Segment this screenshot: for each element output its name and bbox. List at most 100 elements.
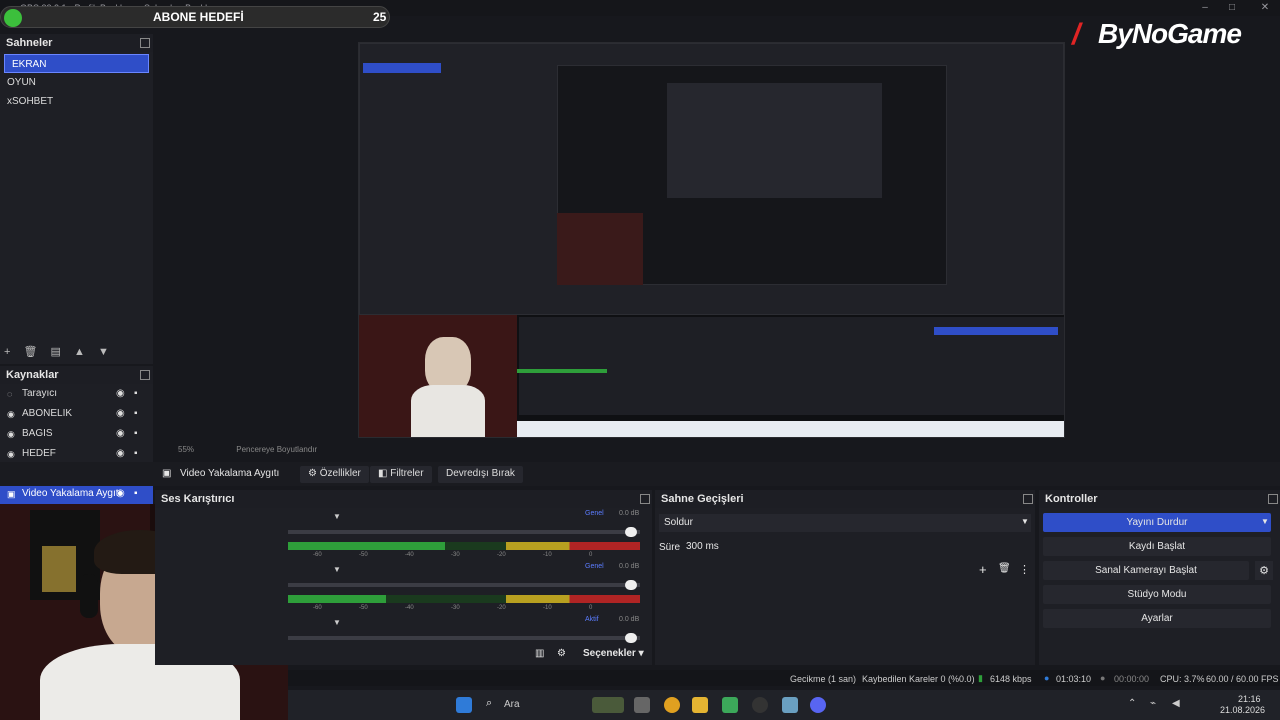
dock-float-icon[interactable]	[1268, 494, 1278, 504]
discord-icon[interactable]	[810, 697, 826, 713]
nested-taskbar	[517, 421, 1064, 437]
zoom-mode[interactable]: Pencereye Boyutlandır	[236, 445, 317, 454]
network-icon[interactable]: ⌁	[1150, 698, 1156, 709]
source-item[interactable]: ◉ ABONELIK ◉ ▪	[0, 404, 153, 424]
meter-tick: -60	[313, 552, 322, 558]
track-tag: Aktif	[585, 616, 599, 623]
chevron-down-icon[interactable]: ▼	[333, 565, 341, 574]
visibility-eye-icon[interactable]: ◉	[116, 388, 125, 399]
mixer-title: Ses Karıştırıcı	[161, 493, 235, 505]
start-recording-label: Kaydı Başlat	[1128, 541, 1186, 552]
mixer-layout-icon[interactable]: ▥	[535, 648, 544, 659]
deactivate-button[interactable]: Devredışı Bırak	[438, 466, 523, 483]
obs-icon[interactable]	[752, 697, 768, 713]
chevron-down-icon[interactable]: ▼	[1261, 517, 1269, 526]
controls-dock: Kontroller Yayını Durdur ▼ Kaydı Başlat …	[1039, 490, 1280, 665]
lock-icon[interactable]: ▪	[134, 388, 138, 399]
explorer-icon[interactable]	[692, 697, 708, 713]
maximize-icon[interactable]: □	[1225, 1, 1239, 15]
add-transition-icon[interactable]: +	[979, 562, 987, 577]
source-item[interactable]: ◉ HEDEF ◉ ▪	[0, 444, 153, 464]
virtual-camera-settings-icon[interactable]: ⚙	[1255, 561, 1273, 580]
filters-button[interactable]: ◧ Filtreler	[370, 466, 432, 483]
chrome-icon[interactable]	[664, 697, 680, 713]
transition-select[interactable]: Soldur ▼	[659, 514, 1031, 532]
properties-button[interactable]: ⚙ Özellikler	[300, 466, 369, 483]
preview-canvas[interactable]	[358, 42, 1065, 438]
source-item[interactable]: ◉ BAGIS ◉ ▪	[0, 424, 153, 444]
logo-text: ByNoGame	[1098, 18, 1242, 49]
clock-time: 21:16	[1238, 694, 1261, 704]
duration-input[interactable]: 300 ms	[683, 538, 1031, 556]
zoom-level[interactable]: 55%	[178, 445, 194, 454]
chevron-down-icon[interactable]: ▼	[333, 618, 341, 627]
volume-handle[interactable]	[625, 580, 637, 590]
transition-menu-icon[interactable]: ⋮	[1019, 563, 1030, 576]
minimize-icon[interactable]: –	[1198, 1, 1212, 15]
remove-scene-icon[interactable]: 🗑	[24, 346, 38, 358]
source-label: Tarayıcı	[22, 388, 58, 399]
chevron-down-icon[interactable]: ▼	[333, 512, 341, 521]
visibility-eye-icon[interactable]: ◉	[116, 488, 125, 499]
settings-button[interactable]: Ayarlar	[1043, 609, 1271, 628]
nested-stop-button	[934, 327, 1058, 335]
stop-streaming-label: Yayını Durdur	[1126, 517, 1188, 528]
lock-icon[interactable]: ▪	[134, 448, 138, 459]
dock-float-icon[interactable]	[1023, 494, 1033, 504]
studio-mode-button[interactable]: Stüdyo Modu	[1043, 585, 1271, 604]
properties-label: Özellikler	[319, 468, 361, 479]
remove-transition-icon[interactable]: 🗑	[998, 563, 1011, 574]
stop-streaming-button[interactable]: Yayını Durdur ▼	[1043, 513, 1271, 532]
headphones	[80, 574, 98, 618]
controls-header: Kontroller	[1039, 490, 1280, 508]
volume-icon[interactable]: ◀	[1172, 698, 1180, 709]
virtual-camera-label: Sanal Kamerayı Başlat	[1095, 565, 1197, 576]
source-item[interactable]: ▣ Video Yakalama Aygıtı ◉ ▪	[0, 484, 153, 504]
start-icon[interactable]	[456, 697, 472, 713]
virtual-camera-button[interactable]: Sanal Kamerayı Başlat	[1043, 561, 1249, 580]
close-icon[interactable]: ✕	[1258, 1, 1272, 15]
volume-slider[interactable]	[288, 636, 640, 640]
lock-icon[interactable]: ▪	[134, 488, 138, 499]
mixer-options-button[interactable]: Seçenekler ▾	[583, 648, 644, 659]
nested-inner-preview	[667, 83, 882, 198]
transition-selected: Soldur	[664, 517, 693, 528]
mixer-options-label: Seçenekler	[583, 648, 636, 659]
add-scene-icon[interactable]: +	[4, 346, 10, 358]
meter-tick: -30	[451, 605, 460, 611]
dock-float-icon[interactable]	[140, 370, 150, 380]
visibility-eye-icon[interactable]: ◉	[116, 428, 125, 439]
meter-tick: -10	[543, 552, 552, 558]
start-recording-button[interactable]: Kaydı Başlat	[1043, 537, 1271, 556]
volume-handle[interactable]	[625, 633, 637, 643]
scene-item[interactable]: OYUN	[0, 73, 153, 92]
mixer-settings-icon[interactable]: ⚙	[557, 648, 566, 659]
taskbar-search-label[interactable]: Ara	[504, 699, 520, 710]
meter-tick: -40	[405, 605, 414, 611]
tasks-icon[interactable]	[634, 697, 650, 713]
move-down-icon[interactable]: ▼	[98, 346, 109, 358]
store-icon[interactable]	[722, 697, 738, 713]
scene-filter-icon[interactable]: ▤	[51, 346, 61, 358]
volume-slider[interactable]	[288, 530, 640, 534]
dock-float-icon[interactable]	[140, 38, 150, 48]
volume-handle[interactable]	[625, 527, 637, 537]
weather-icon	[592, 697, 624, 713]
scene-item[interactable]: EKRAN	[4, 54, 149, 73]
search-icon[interactable]: ⌕	[486, 697, 492, 710]
tray-chevron-icon[interactable]: ⌃	[1128, 698, 1136, 709]
visibility-eye-icon[interactable]: ◉	[116, 448, 125, 459]
sources-header: Kaynaklar	[0, 366, 153, 384]
settings-app-icon[interactable]	[782, 697, 798, 713]
visibility-eye-icon[interactable]: ◉	[116, 408, 125, 419]
scene-item[interactable]: xSOHBET	[0, 92, 153, 111]
source-list: ◌Tarayıcı◉▪◉ABONELIK◉▪◉BAGIS◉▪◉HEDEF◉▪▶M…	[0, 384, 153, 504]
lock-icon[interactable]: ▪	[134, 408, 138, 419]
scene-list: EKRAN OYUN xSOHBET	[0, 54, 153, 111]
move-up-icon[interactable]: ▲	[74, 346, 85, 358]
transitions-title: Sahne Geçişleri	[661, 493, 744, 505]
volume-slider[interactable]	[288, 583, 640, 587]
source-item[interactable]: ◌ Tarayıcı ◉ ▪	[0, 384, 153, 404]
dock-float-icon[interactable]	[640, 494, 650, 504]
lock-icon[interactable]: ▪	[134, 428, 138, 439]
